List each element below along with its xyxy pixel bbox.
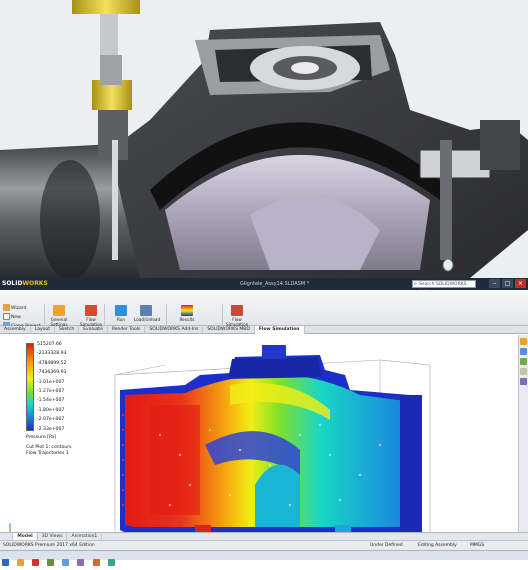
tab-sketch[interactable]: Sketch [55, 326, 80, 334]
edition-text: SOLIDWORKS Premium 2017 x64 Edition [3, 543, 95, 548]
tab-3d-views[interactable]: 3D Views [38, 533, 68, 540]
legend-value: -1.54e+007 [37, 398, 65, 404]
results-icon [181, 305, 193, 316]
pressure-legend-bar [26, 343, 34, 431]
command-manager-ribbon: Wizard New Clone Project General Setting… [0, 290, 528, 334]
view-palette-icon[interactable] [520, 368, 527, 375]
units-indicator[interactable]: MMGS [470, 543, 484, 548]
solidworks-window: SOLIDWORKS Gligntele_Assy14.SLDASM * ⌕ S… [0, 278, 528, 560]
file-explorer-icon[interactable] [520, 358, 527, 365]
results-button[interactable]: Results [176, 305, 198, 322]
run-icon [115, 305, 127, 316]
solidworks-taskbar-icon[interactable] [32, 559, 40, 566]
design-library-icon[interactable] [520, 348, 527, 355]
flow-sim-icon [85, 305, 97, 316]
cad-cutaway-render [0, 0, 528, 278]
general-settings-button[interactable]: General Settings [48, 305, 70, 327]
new-button[interactable]: New [3, 313, 21, 320]
graphics-viewport[interactable] [0, 335, 518, 548]
settings-icon [53, 305, 65, 316]
minimize-button[interactable]: – [489, 279, 500, 288]
close-button[interactable]: × [515, 279, 526, 288]
app-icon[interactable] [47, 559, 55, 566]
model-view-tabs: Model 3D Views Animation1 [0, 532, 528, 540]
legend-value: -2.07e+007 [37, 417, 65, 423]
load-icon [140, 305, 152, 316]
tab-render-tools[interactable]: Render Tools [108, 326, 146, 334]
maximize-button[interactable]: □ [502, 279, 513, 288]
title-bar: SOLIDWORKS Gligntele_Assy14.SLDASM * ⌕ S… [0, 278, 528, 294]
tab-evaluate[interactable]: Evaluate [79, 326, 108, 334]
legend-unit: Pressure [Pa] [26, 435, 57, 440]
search-icon: ⌕ [414, 281, 417, 287]
app-icon[interactable] [77, 559, 85, 566]
explorer-icon[interactable] [17, 559, 25, 566]
taskbar [0, 550, 528, 566]
flow-simulation-button[interactable]: Flow Simulation [226, 305, 248, 327]
help-search-input[interactable]: ⌕ Search SOLIDWORKS Help [412, 280, 476, 294]
wizard-icon [3, 304, 10, 311]
valve-cutaway-image [0, 0, 528, 278]
legend-value: -1.80e+007 [37, 407, 65, 413]
tab-mbd[interactable]: SOLIDWORKS MBD [203, 326, 255, 334]
new-icon [3, 313, 10, 320]
legend-value: -1.01e+007 [37, 379, 65, 385]
tab-addins[interactable]: SOLIDWORKS Add-Ins [145, 326, 204, 334]
app-icon[interactable] [62, 559, 70, 566]
load-unload-button[interactable]: Load/Unload [134, 305, 160, 322]
editing-mode: Editing Assembly [418, 543, 457, 548]
app-icon[interactable] [92, 559, 100, 566]
tab-animation1[interactable]: Animation1 [67, 533, 103, 540]
plot-list: Cut Plot 1: contours Flow Trajectories 1 [26, 445, 71, 457]
tab-assembly[interactable]: Assembly [0, 326, 31, 334]
tab-model[interactable]: Model [13, 533, 38, 540]
pressure-contour-image [4, 345, 431, 546]
appearances-icon[interactable] [520, 378, 527, 385]
status-bar: SOLIDWORKS Premium 2017 x64 Edition Unde… [0, 540, 528, 550]
task-pane-tabs [518, 335, 528, 548]
pressure-legend-values: 515207.66 -2133328.93 -4784899.52 -74363… [37, 340, 66, 434]
flow-trajectories-label: Flow Trajectories 1 [26, 451, 69, 456]
run-button[interactable]: Run [110, 305, 132, 322]
start-icon[interactable] [2, 559, 9, 566]
resources-icon[interactable] [520, 338, 527, 345]
wizard-button[interactable]: Wizard [3, 304, 26, 311]
flow-sim-2-icon [231, 305, 243, 316]
tab-flow-simulation[interactable]: Flow Simulation [254, 326, 305, 334]
flow-simulation-dropdown[interactable]: Flow Simulation [80, 305, 102, 327]
tab-layout[interactable]: Layout [31, 326, 56, 334]
solidworks-logo[interactable]: SOLIDWORKS [2, 280, 48, 287]
legend-value: -4784899.52 [37, 360, 67, 366]
legend-value: -1.27e+007 [37, 389, 65, 395]
app-icon[interactable] [107, 559, 115, 566]
definition-state: Under Defined [370, 543, 403, 548]
legend-value: -7436369.93 [37, 370, 67, 376]
command-tabs: Assembly Layout Sketch Evaluate Render T… [0, 326, 528, 334]
legend-value: -2.33e+007 [37, 426, 65, 432]
document-title: Gligntele_Assy14.SLDASM * [240, 281, 310, 287]
tab-model-empty[interactable] [0, 533, 14, 540]
legend-value: 515207.66 [37, 342, 62, 347]
legend-value: -2133328.93 [37, 351, 67, 357]
